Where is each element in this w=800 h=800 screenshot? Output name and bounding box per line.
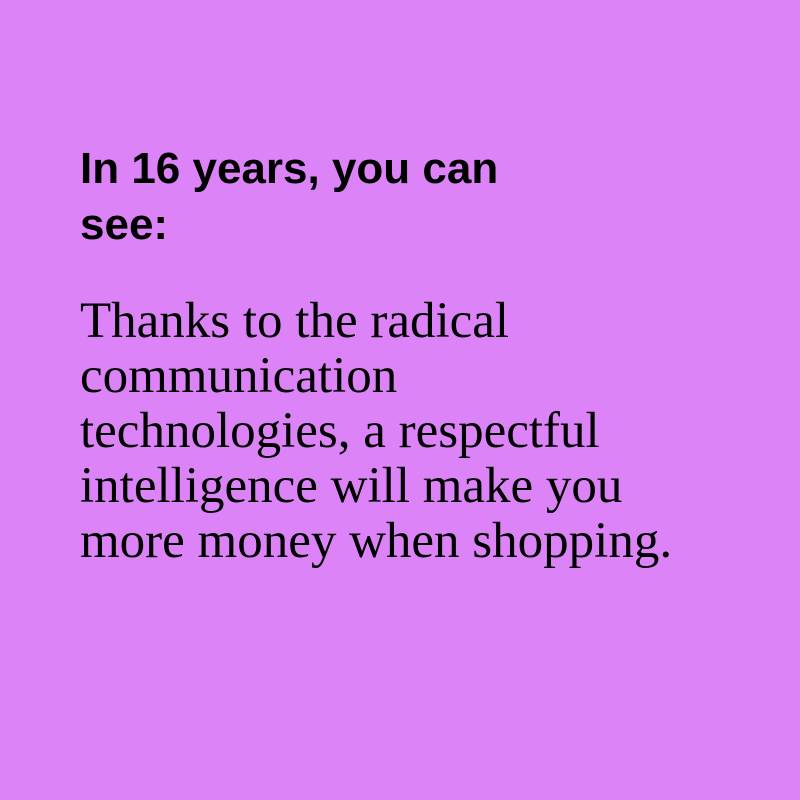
body-paragraph: Thanks to the radical communication tech…: [80, 294, 770, 569]
heading-line: In 16 years, you can: [80, 144, 499, 193]
body-line: Thanks to the radical: [80, 293, 510, 349]
body-line: communication: [80, 348, 398, 404]
heading-line: see:: [80, 200, 169, 249]
body-line: more money when shopping.: [80, 513, 673, 569]
body-line: intelligence will make you: [80, 458, 623, 514]
body-line: technologies, a respectful: [80, 403, 600, 459]
heading: In 16 years, you can see:: [80, 141, 680, 253]
slide-canvas: In 16 years, you can see: Thanks to the …: [0, 0, 800, 800]
